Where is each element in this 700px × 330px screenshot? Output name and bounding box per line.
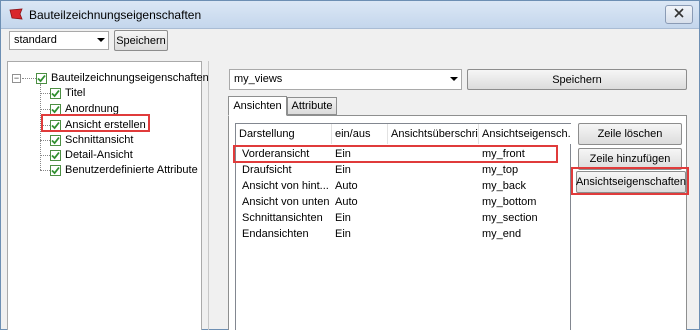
- tree-item-detail-ansicht[interactable]: Detail-Ansicht: [50, 148, 133, 162]
- window-title: Bauteilzeichnungseigenschaften: [29, 8, 202, 22]
- tab-label: Attribute: [291, 100, 333, 112]
- table-cell[interactable]: [391, 162, 477, 177]
- column-header-label: Darstellung: [239, 128, 295, 140]
- column-header[interactable]: Ansichtseigensch...: [479, 124, 571, 144]
- table-cell[interactable]: Auto: [335, 178, 387, 193]
- tree-item-label: Detail-Ansicht: [65, 149, 133, 161]
- checkbox-checked-icon[interactable]: [50, 103, 61, 115]
- preset-select[interactable]: standard: [9, 31, 109, 50]
- tree-item-label: Titel: [65, 87, 86, 99]
- table-cell[interactable]: my_top: [482, 162, 568, 177]
- table-cell[interactable]: Schnittansichten: [242, 210, 332, 225]
- column-header-label: ein/aus: [335, 128, 371, 140]
- preset-select-value: standard: [14, 34, 57, 46]
- tab-label: Ansichten: [233, 100, 282, 112]
- app-icon: [9, 8, 23, 20]
- views-select-value: my_views: [234, 73, 283, 85]
- properties-window: Bauteilzeichnungseigenschaften standard …: [0, 0, 700, 330]
- collapse-icon[interactable]: −: [12, 74, 21, 83]
- delete-row-button-label: Zeile löschen: [597, 128, 663, 140]
- save-views-button-label: Speichern: [552, 73, 602, 86]
- checkbox-checked-icon[interactable]: [50, 149, 61, 161]
- title-bar: Bauteilzeichnungseigenschaften: [1, 1, 699, 29]
- highlight-box: [41, 114, 150, 132]
- table-cell[interactable]: my_section: [482, 210, 568, 225]
- checkbox-checked-icon[interactable]: [50, 134, 61, 146]
- tree-item-label: Benutzerdefinierte Attribute: [65, 164, 198, 176]
- column-header[interactable]: Ansichtsüberschrift: [388, 124, 479, 144]
- table-cell[interactable]: Draufsicht: [242, 162, 332, 177]
- tree-item-label: Schnittansicht: [65, 134, 134, 146]
- table-cell[interactable]: my_back: [482, 178, 568, 193]
- close-button[interactable]: [665, 5, 693, 24]
- tab-ansichten[interactable]: Ansichten: [228, 96, 287, 116]
- table-cell[interactable]: my_bottom: [482, 194, 568, 209]
- tree-panel: − Bauteilzeichnungseigenschaften Titel A…: [7, 61, 209, 330]
- delete-row-button[interactable]: Zeile löschen: [578, 123, 682, 145]
- table-cell[interactable]: Ansicht von hint...: [242, 178, 332, 193]
- save-preset-button[interactable]: Speichern: [114, 30, 168, 51]
- column-header[interactable]: ein/aus: [332, 124, 388, 144]
- tab-attribute[interactable]: Attribute: [287, 97, 337, 115]
- column-header[interactable]: Darstellung: [236, 124, 332, 144]
- tree-item-schnittansicht[interactable]: Schnittansicht: [50, 133, 133, 147]
- table-cell[interactable]: [391, 178, 477, 193]
- tree-item-benutzerdefinierte-attribute[interactable]: Benutzerdefinierte Attribute: [50, 163, 198, 177]
- tree-root[interactable]: Bauteilzeichnungseigenschaften: [36, 71, 209, 85]
- column-header-label: Ansichtseigensch...: [482, 128, 571, 140]
- table-cell[interactable]: Ein: [335, 226, 387, 241]
- table-cell[interactable]: my_end: [482, 226, 568, 241]
- highlight-box: [571, 167, 689, 195]
- add-row-button-label: Zeile hinzufügen: [589, 153, 671, 165]
- highlight-box: [233, 145, 558, 163]
- tree-root-label: Bauteilzeichnungseigenschaften: [51, 72, 209, 84]
- checkbox-checked-icon[interactable]: [36, 72, 47, 84]
- splitter[interactable]: [208, 61, 211, 330]
- column-header-label: Ansichtsüberschrift: [391, 128, 479, 140]
- chevron-down-icon: [450, 77, 458, 81]
- table-cell[interactable]: Ansicht von unten: [242, 194, 332, 209]
- views-select[interactable]: my_views: [229, 69, 462, 90]
- table-cell[interactable]: [391, 226, 477, 241]
- table-cell[interactable]: [391, 194, 477, 209]
- checkbox-checked-icon[interactable]: [50, 87, 61, 99]
- table-cell[interactable]: Endansichten: [242, 226, 332, 241]
- table-cell[interactable]: Ein: [335, 162, 387, 177]
- table-cell[interactable]: Auto: [335, 194, 387, 209]
- table-cell[interactable]: [391, 210, 477, 225]
- chevron-down-icon: [97, 38, 105, 42]
- checkbox-checked-icon[interactable]: [50, 164, 61, 176]
- tree-item-titel[interactable]: Titel: [50, 86, 85, 100]
- close-icon: [674, 8, 684, 21]
- save-views-button[interactable]: Speichern: [467, 69, 687, 90]
- table-cell[interactable]: Ein: [335, 210, 387, 225]
- save-preset-button-label: Speichern: [116, 34, 166, 47]
